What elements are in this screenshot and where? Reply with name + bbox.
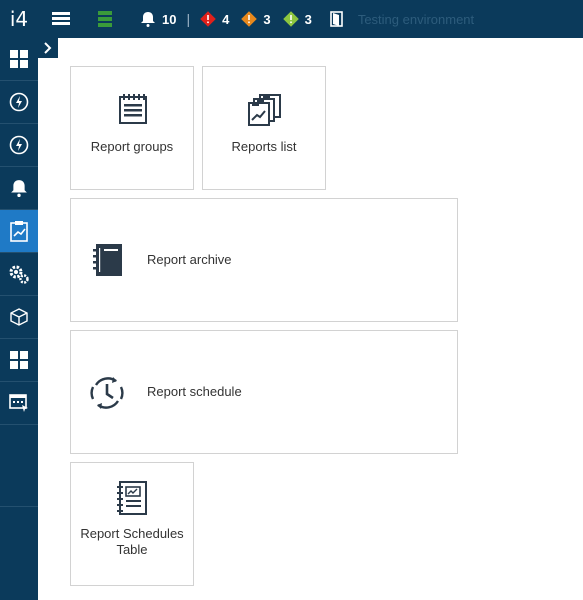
green-alert-icon[interactable] — [282, 11, 299, 27]
sidebar-item-empty — [0, 425, 38, 507]
orange-alert-icon[interactable] — [241, 11, 258, 27]
schedule-clock-icon — [90, 377, 124, 409]
sidebar-item-reports[interactable] — [0, 210, 38, 253]
report-groups-label: Report groups — [90, 139, 174, 154]
app-logo[interactable]: i4 — [0, 0, 38, 38]
door-exit-icon[interactable] — [330, 11, 344, 27]
sidebar-item-energy[interactable] — [0, 81, 38, 124]
sidebar-item-modules[interactable] — [0, 296, 38, 339]
sidebar-item-energy-2[interactable] — [0, 124, 38, 167]
expand-sidebar-button[interactable] — [38, 38, 58, 58]
reports-list-icon — [248, 94, 281, 126]
report-groups-tile[interactable]: Report groups — [70, 66, 194, 190]
red-alert-count[interactable]: 4 — [222, 12, 229, 27]
sidebar-item-settings[interactable] — [0, 253, 38, 296]
bell-icon — [11, 180, 27, 197]
red-alert-icon[interactable] — [200, 11, 216, 27]
package-icon — [10, 308, 28, 326]
gears-icon — [9, 265, 29, 284]
grid-icon — [10, 50, 28, 68]
sidebar-item-widgets[interactable] — [0, 339, 38, 382]
lightning-circle-icon — [9, 92, 29, 112]
top-bar: i4 10 | 4 3 3 Testing environment — [0, 0, 583, 38]
orange-alert-count[interactable]: 3 — [263, 12, 270, 27]
sidebar-item-alarms[interactable] — [0, 167, 38, 210]
reports-list-tile[interactable]: Reports list — [202, 66, 326, 190]
report-schedules-table-label-line2: Table — [116, 542, 148, 557]
sidebar-item-dashboard[interactable] — [0, 38, 38, 81]
server-icon[interactable] — [98, 11, 112, 27]
sidebar — [0, 38, 38, 600]
report-schedules-table-tile[interactable]: Report Schedules Table — [70, 462, 194, 586]
green-alert-count[interactable]: 3 — [305, 12, 312, 27]
bell-icon[interactable] — [140, 11, 156, 27]
lightning-circle-icon — [9, 135, 29, 155]
report-schedule-label: Report schedule — [147, 384, 242, 399]
reports-list-label: Reports list — [231, 139, 297, 154]
environment-label: Testing environment — [357, 11, 475, 27]
report-schedule-tile[interactable]: Report schedule — [70, 330, 458, 454]
calendar-cursor-icon — [9, 394, 28, 412]
report-archive-label: Report archive — [147, 252, 232, 267]
report-schedules-table-label-line1: Report Schedules — [80, 526, 184, 541]
bell-count[interactable]: 10 — [162, 12, 176, 27]
report-clipboard-icon — [10, 221, 28, 242]
notebook-icon — [93, 244, 122, 276]
hamburger-menu-icon[interactable] — [52, 12, 70, 26]
grid-icon — [10, 351, 28, 369]
separator: | — [186, 11, 191, 27]
sidebar-item-calendar[interactable] — [0, 382, 38, 425]
report-groups-icon — [119, 94, 147, 124]
report-schedule-table-icon — [117, 481, 147, 515]
report-archive-tile[interactable]: Report archive — [70, 198, 458, 322]
chevron-right-icon — [44, 42, 52, 54]
